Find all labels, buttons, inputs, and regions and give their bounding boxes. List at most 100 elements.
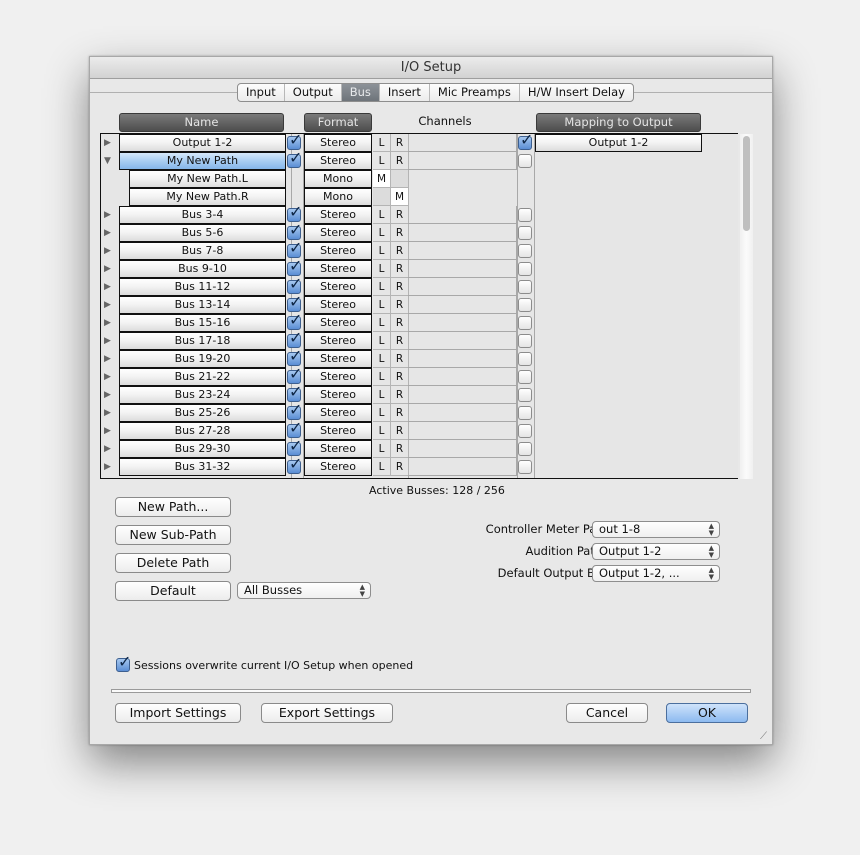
- cancel-button[interactable]: Cancel: [566, 703, 648, 723]
- path-row[interactable]: ▶ Bus 5-6 ✓ Stereo L R: [101, 221, 738, 242]
- path-row[interactable]: ▶ Bus 13-14 ✓ Stereo L R: [101, 293, 738, 314]
- path-name-field[interactable]: Bus 19-20: [119, 350, 286, 368]
- path-name-field[interactable]: Bus 13-14: [119, 296, 286, 314]
- channel-cell[interactable]: L: [373, 260, 391, 278]
- mapping-checkbox[interactable]: [518, 406, 532, 420]
- mapping-checkbox[interactable]: [518, 442, 532, 456]
- channel-cell[interactable]: R: [391, 422, 409, 440]
- format-field[interactable]: Mono: [304, 170, 372, 188]
- default-output-bus-popup[interactable]: Output 1-2, ... ▲ ▼: [592, 565, 720, 582]
- disclosure-closed-icon[interactable]: ▶: [104, 461, 114, 473]
- path-name-field[interactable]: Bus 9-10: [119, 260, 286, 278]
- tab-hw-insert-delay[interactable]: H/W Insert Delay: [520, 84, 633, 101]
- resize-grip-icon[interactable]: ⟋: [760, 732, 770, 742]
- format-field[interactable]: Stereo: [304, 332, 372, 350]
- format-field[interactable]: Stereo: [304, 278, 372, 296]
- disclosure-closed-icon[interactable]: ▶: [104, 407, 114, 419]
- path-row[interactable]: ▶ Output 1-2 ✓ Stereo L R ✓ Output 1-2: [101, 134, 738, 152]
- channel-cell[interactable]: R: [391, 134, 409, 152]
- path-row[interactable]: ▶ Bus 19-20 ✓ Stereo L R: [101, 347, 738, 368]
- delete-path-button[interactable]: Delete Path: [115, 553, 231, 573]
- disclosure-closed-icon[interactable]: ▶: [104, 281, 114, 293]
- path-name-field[interactable]: Bus 31-32: [119, 458, 286, 476]
- format-field[interactable]: Stereo: [304, 458, 372, 476]
- sub-path-row[interactable]: My New Path.R Mono M: [101, 188, 738, 206]
- path-row[interactable]: ▶ Bus 17-18 ✓ Stereo L R: [101, 329, 738, 350]
- channel-cell[interactable]: R: [391, 314, 409, 332]
- new-sub-path-button[interactable]: New Sub-Path: [115, 525, 231, 545]
- channel-cell[interactable]: L: [373, 458, 391, 476]
- channel-cell[interactable]: [373, 188, 391, 206]
- mapping-checkbox[interactable]: [518, 298, 532, 312]
- path-name-field[interactable]: Bus 23-24: [119, 386, 286, 404]
- path-name-field[interactable]: Bus 5-6: [119, 224, 286, 242]
- mapping-output-field[interactable]: Output 1-2: [535, 134, 702, 152]
- path-name-field[interactable]: My New Path.R: [129, 188, 286, 206]
- channel-cell[interactable]: L: [373, 152, 391, 170]
- channel-cell[interactable]: R: [391, 152, 409, 170]
- path-name-field[interactable]: Bus 21-22: [119, 368, 286, 386]
- channel-cell[interactable]: L: [373, 422, 391, 440]
- format-field[interactable]: Stereo: [304, 260, 372, 278]
- channel-cell[interactable]: [391, 170, 409, 188]
- import-settings-button[interactable]: Import Settings: [115, 703, 241, 723]
- tab-output[interactable]: Output: [285, 84, 342, 101]
- mapping-checkbox[interactable]: ✓: [518, 134, 533, 150]
- disclosure-closed-icon[interactable]: ▶: [104, 317, 114, 329]
- mapping-checkbox[interactable]: [518, 370, 532, 384]
- mapping-checkbox[interactable]: [518, 352, 532, 366]
- channel-cell[interactable]: M: [391, 188, 409, 206]
- disclosure-closed-icon[interactable]: ▶: [104, 227, 114, 239]
- channel-cell[interactable]: L: [373, 332, 391, 350]
- mapping-checkbox[interactable]: [518, 154, 532, 168]
- channel-cell[interactable]: L: [373, 368, 391, 386]
- channel-cell[interactable]: L: [373, 440, 391, 458]
- path-name-field[interactable]: Bus 25-26: [119, 404, 286, 422]
- format-field[interactable]: Stereo: [304, 242, 372, 260]
- channel-cell[interactable]: L: [373, 386, 391, 404]
- format-field[interactable]: Stereo: [304, 422, 372, 440]
- path-row[interactable]: ▶ Bus 3-4 ✓ Stereo L R: [101, 203, 738, 224]
- tab-bus[interactable]: Bus: [341, 84, 380, 101]
- path-active-checkbox[interactable]: ✓: [287, 149, 302, 168]
- channel-cell[interactable]: L: [373, 224, 391, 242]
- mapping-checkbox[interactable]: [518, 244, 532, 258]
- tab-mic-preamps[interactable]: Mic Preamps: [430, 84, 520, 101]
- mapping-checkbox[interactable]: [518, 316, 532, 330]
- channel-cell[interactable]: L: [373, 242, 391, 260]
- path-name-field[interactable]: My New Path.L: [129, 170, 286, 188]
- format-field[interactable]: Mono: [304, 188, 372, 206]
- format-field[interactable]: Stereo: [304, 440, 372, 458]
- disclosure-closed-icon[interactable]: ▶: [104, 209, 114, 221]
- format-field[interactable]: Stereo: [304, 368, 372, 386]
- path-name-field[interactable]: Output 1-2: [119, 134, 286, 152]
- format-field[interactable]: Stereo: [304, 152, 372, 170]
- sub-path-row[interactable]: My New Path.L Mono M: [101, 170, 738, 188]
- channel-cell[interactable]: L: [373, 296, 391, 314]
- disclosure-open-icon[interactable]: ▼: [104, 155, 114, 167]
- path-row[interactable]: ▶ Bus 11-12 ✓ Stereo L R: [101, 275, 738, 296]
- mapping-checkbox[interactable]: [518, 388, 532, 402]
- format-field[interactable]: Stereo: [304, 404, 372, 422]
- export-settings-button[interactable]: Export Settings: [261, 703, 393, 723]
- path-name-field[interactable]: Bus 17-18: [119, 332, 286, 350]
- path-name-field[interactable]: Bus 7-8: [119, 242, 286, 260]
- channel-cell[interactable]: R: [391, 278, 409, 296]
- new-path-button[interactable]: New Path...: [115, 497, 231, 517]
- disclosure-closed-icon[interactable]: ▶: [104, 443, 114, 455]
- channel-cell[interactable]: R: [391, 260, 409, 278]
- mapping-checkbox[interactable]: [518, 424, 532, 438]
- disclosure-closed-icon[interactable]: ▶: [104, 335, 114, 347]
- scrollbar-thumb[interactable]: [743, 136, 750, 231]
- channel-cell[interactable]: L: [373, 278, 391, 296]
- path-row[interactable]: ▼ My New Path ✓ Stereo L R: [101, 149, 738, 170]
- path-row[interactable]: ▶ Bus 7-8 ✓ Stereo L R: [101, 239, 738, 260]
- disclosure-closed-icon[interactable]: ▶: [104, 389, 114, 401]
- channel-cell[interactable]: R: [391, 206, 409, 224]
- disclosure-closed-icon[interactable]: ▶: [104, 245, 114, 257]
- format-field[interactable]: Stereo: [304, 386, 372, 404]
- path-name-field[interactable]: Bus 27-28: [119, 422, 286, 440]
- path-name-field[interactable]: Bus 3-4: [119, 206, 286, 224]
- path-name-field[interactable]: Bus 15-16: [119, 314, 286, 332]
- disclosure-closed-icon[interactable]: ▶: [104, 299, 114, 311]
